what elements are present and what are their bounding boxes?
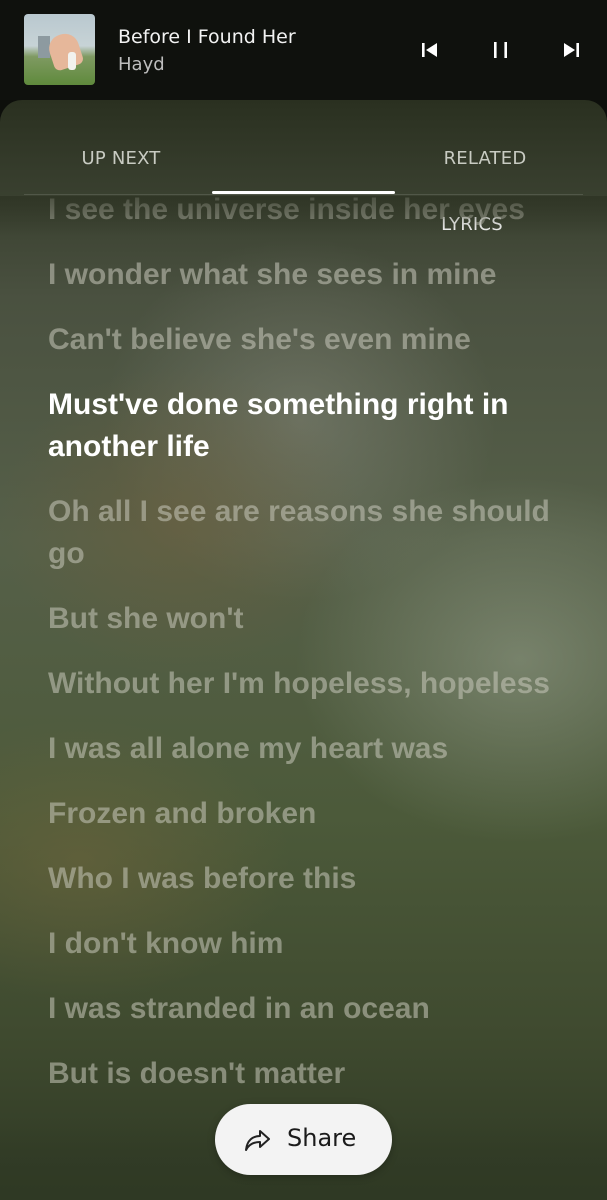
skip-previous-button[interactable] bbox=[418, 38, 442, 62]
share-button[interactable]: Share bbox=[215, 1104, 392, 1175]
lyric-line[interactable]: Frozen and broken bbox=[48, 793, 568, 835]
lyric-line[interactable]: Without her I'm hopeless, hopeless bbox=[48, 663, 568, 705]
lyric-line[interactable]: Who I was before this bbox=[48, 858, 568, 900]
lyric-line[interactable]: Can't believe she's even mine bbox=[48, 319, 568, 361]
pause-button[interactable] bbox=[489, 38, 513, 62]
skip-previous-icon bbox=[418, 38, 442, 62]
share-arrow-icon bbox=[242, 1126, 272, 1154]
album-art[interactable] bbox=[24, 14, 95, 85]
lyrics-sheet: UP NEXT LYRICS RELATED I see the univers… bbox=[0, 100, 607, 1200]
tab-bar: UP NEXT LYRICS RELATED bbox=[24, 100, 583, 235]
lyric-line[interactable]: I wonder what she sees in mine bbox=[48, 254, 568, 296]
skip-next-icon bbox=[559, 38, 583, 62]
lyric-line[interactable]: I see the universe inside her eyes bbox=[48, 189, 568, 231]
lyric-line[interactable]: But is doesn't matter bbox=[48, 1053, 568, 1095]
lyric-line[interactable]: I was stranded in an ocean bbox=[48, 988, 568, 1030]
tab-up-next[interactable]: UP NEXT bbox=[30, 148, 212, 169]
track-artist: Hayd bbox=[118, 54, 165, 75]
lyric-line[interactable]: I was all alone my heart was bbox=[48, 728, 568, 770]
lyric-line[interactable]: I don't know him bbox=[48, 923, 568, 965]
lyric-line-active[interactable]: Must've done something right in another … bbox=[48, 384, 568, 468]
lyric-line[interactable]: But she won't bbox=[48, 598, 568, 640]
tab-related[interactable]: RELATED bbox=[394, 148, 576, 169]
pause-icon bbox=[489, 38, 513, 62]
lyrics-list[interactable]: I see the universe inside her eyes I won… bbox=[48, 193, 568, 1118]
mini-player[interactable]: Before I Found Her Hayd bbox=[0, 0, 607, 100]
share-label: Share bbox=[287, 1124, 357, 1152]
skip-next-button[interactable] bbox=[559, 38, 583, 62]
lyric-line[interactable]: Oh all I see are reasons she should go bbox=[48, 491, 568, 575]
track-title: Before I Found Her bbox=[118, 26, 296, 48]
